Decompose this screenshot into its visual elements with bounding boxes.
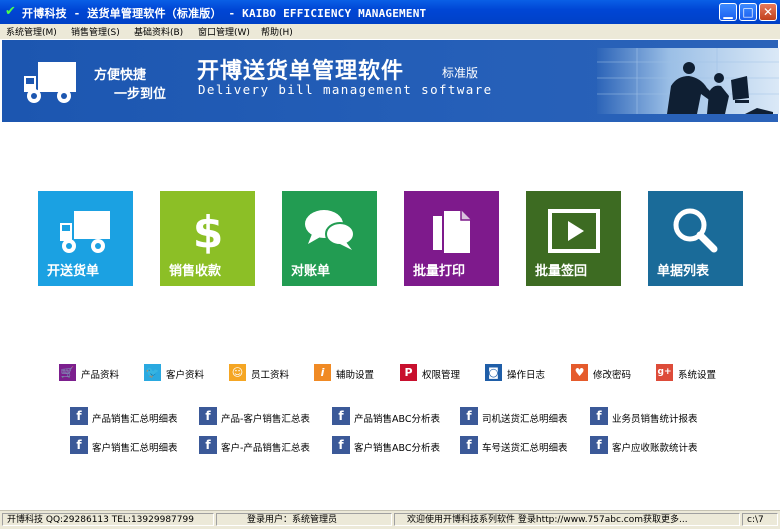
menu-system[interactable]: 系统管理(M) (6, 25, 57, 38)
menu-sales[interactable]: 销售管理(S) (71, 25, 120, 38)
tile-label: 批量打印 (413, 264, 466, 279)
link-label: 辅助设置 (336, 370, 375, 381)
banner-truck-icon (24, 62, 76, 103)
info-icon: i (314, 364, 331, 381)
report-label: 司机送货汇总明细表 (482, 414, 568, 425)
report-label: 产品销售汇总明细表 (92, 414, 178, 425)
facebook-icon: f (590, 436, 608, 454)
tile-label: 批量签回 (535, 264, 588, 279)
facebook-icon: f (70, 407, 88, 425)
slogan-line-2: 一步到位 (114, 87, 167, 102)
tile-batch-signback[interactable]: 批量签回 (526, 191, 621, 286)
facebook-icon: f (332, 436, 350, 454)
tile-label: 销售收款 (169, 264, 222, 279)
window-title: 开博科技 - 送货单管理软件（标准版） - KAIBO EFFICIENCY M… (22, 7, 427, 20)
tile-label: 单据列表 (657, 264, 710, 279)
cart-icon: 🛒 (59, 364, 76, 381)
status-bar: 开博科技 QQ:29286113 TEL:13929987799 登录用户：系统… (0, 510, 780, 529)
link-label: 产品资料 (81, 370, 120, 381)
business-people-image (597, 48, 779, 114)
menu-window[interactable]: 窗口管理(W) (198, 25, 250, 38)
menu-basic-data[interactable]: 基础资料(B) (134, 25, 183, 38)
link-label: 客户资料 (166, 370, 205, 381)
twitter-icon: 🐦 (144, 364, 161, 381)
link-label: 修改密码 (593, 370, 632, 381)
slogan-line-1: 方便快捷 (94, 68, 147, 83)
camera-icon: ◙ (485, 364, 502, 381)
dollar-icon: $ (193, 207, 224, 255)
chat-bubbles-icon (305, 210, 355, 250)
report-label: 车号送货汇总明细表 (482, 443, 568, 454)
report-label: 产品-客户销售汇总表 (221, 414, 310, 425)
minimize-button[interactable]: ▁ (719, 3, 737, 21)
tile-create-delivery[interactable]: 开送货单 (38, 191, 133, 286)
report-label: 产品销售ABC分析表 (354, 414, 440, 425)
status-company: 开博科技 QQ:29286113 TEL:13929987799 (2, 513, 214, 526)
tile-statement[interactable]: 对账单 (282, 191, 377, 286)
pinterest-icon: P (400, 364, 417, 381)
status-welcome: 欢迎使用开博科技系列软件 登录http://www.757abc.com获取更多… (394, 513, 740, 526)
maximize-button[interactable]: □ (739, 3, 757, 21)
facebook-icon: f (460, 407, 478, 425)
status-path: c:\7 (742, 513, 778, 526)
heart-icon: ♥ (571, 364, 588, 381)
product-title: 开博送货单管理软件 (197, 59, 405, 84)
facebook-icon: f (70, 436, 88, 454)
report-label: 业务员销售统计报表 (612, 414, 698, 425)
close-button[interactable]: ✕ (759, 3, 777, 21)
search-icon (673, 208, 718, 253)
status-user: 登录用户：系统管理员 (216, 513, 392, 526)
product-subtitle: Delivery bill management software (198, 82, 493, 97)
facebook-icon: f (199, 436, 217, 454)
menu-help[interactable]: 帮助(H) (261, 25, 293, 38)
window-titlebar: ✔ 开博科技 - 送货单管理软件（标准版） - KAIBO EFFICIENCY… (0, 0, 780, 24)
tile-sales-receipt[interactable]: $ 销售收款 (160, 191, 255, 286)
link-label: 操作日志 (507, 370, 546, 381)
report-label: 客户销售ABC分析表 (354, 443, 440, 454)
report-label: 客户应收账款统计表 (612, 443, 698, 454)
report-label: 客户-产品销售汇总表 (221, 443, 310, 454)
link-label: 员工资料 (251, 370, 290, 381)
close-icon: ✕ (762, 5, 774, 19)
users-icon: ☺ (229, 364, 246, 381)
link-label: 系统设置 (678, 370, 717, 381)
facebook-icon: f (590, 407, 608, 425)
facebook-icon: f (332, 407, 350, 425)
svg-text:$: $ (193, 207, 224, 255)
tile-batch-print[interactable]: 批量打印 (404, 191, 499, 286)
facebook-icon: f (460, 436, 478, 454)
edition-label: 标准版 (442, 66, 479, 80)
facebook-icon: f (199, 407, 217, 425)
documents-icon (433, 209, 472, 255)
google-plus-icon: g+ (656, 364, 673, 381)
report-label: 客户销售汇总明细表 (92, 443, 178, 454)
truck-icon (60, 211, 110, 253)
header-banner: 方便快捷 一步到位 开博送货单管理软件 标准版 Delivery bill ma… (2, 40, 779, 122)
minimize-icon: ▁ (723, 5, 733, 19)
tile-label: 对账单 (291, 264, 331, 279)
app-check-icon: ✔ (5, 4, 16, 19)
maximize-icon: □ (742, 5, 754, 19)
tile-document-list[interactable]: 单据列表 (648, 191, 743, 286)
menu-bar: 系统管理(M) 销售管理(S) 基础资料(B) 窗口管理(W) 帮助(H) (0, 24, 780, 39)
link-label: 权限管理 (422, 370, 461, 381)
tile-label: 开送货单 (47, 264, 100, 279)
play-icon (548, 209, 600, 253)
